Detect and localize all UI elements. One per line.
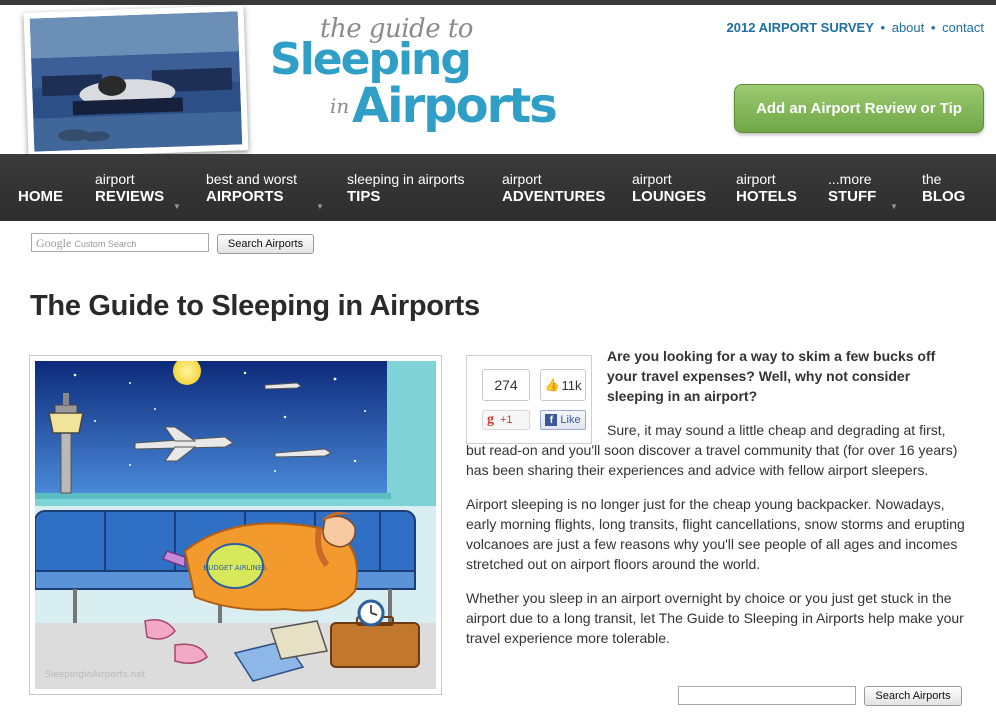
link-separator: •: [880, 20, 886, 35]
article-paragraph: Whether you sleep in an airport overnigh…: [466, 590, 964, 646]
dropdown-arrow-icon: ▼: [890, 202, 898, 211]
nav-item-sublabel: sleeping in airports: [347, 171, 465, 187]
contact-link[interactable]: contact: [942, 20, 984, 35]
dropdown-arrow-icon: ▼: [173, 202, 181, 211]
top-links: 2012 AIRPORT SURVEY • about • contact: [727, 20, 984, 35]
sleeping-traveler-photo: [29, 11, 243, 152]
main-nav: HOME airport REVIEWS ▼ best and worst AI…: [0, 154, 996, 221]
about-link[interactable]: about: [892, 20, 925, 35]
site-logo[interactable]: the guide to Sleeping in Airports: [268, 8, 558, 143]
header-photo: [23, 5, 249, 158]
nav-item-sublabel: airport: [95, 171, 135, 187]
bottom-search-input[interactable]: [678, 686, 856, 705]
nav-item-label: STUFF: [828, 188, 877, 205]
page-title: The Guide to Sleeping in Airports: [30, 290, 480, 322]
nav-item-airport-reviews[interactable]: airport REVIEWS ▼: [95, 154, 185, 221]
nav-item-more-stuff[interactable]: ...more STUFF ▼: [828, 154, 908, 221]
search-airports-button[interactable]: Search Airports: [217, 234, 314, 254]
bag-logo-text: BUDGET AIRLINES: [203, 564, 267, 572]
nav-item-sublabel: airport: [736, 171, 776, 187]
dropdown-arrow-icon: ▼: [316, 202, 324, 211]
image-watermark: SleepingInAirports.net: [45, 670, 146, 680]
google-custom-search-watermark: Google Custom Search: [36, 236, 136, 251]
nav-item-label: LOUNGES: [632, 188, 707, 205]
airport-sleeper-illustration: BUDGET AIRLINES SleepingInAirports.net: [29, 355, 442, 695]
bottom-search-airports-button[interactable]: Search Airports: [864, 686, 962, 706]
nav-item-best-worst-airports[interactable]: best and worst AIRPORTS ▼: [206, 154, 326, 221]
nav-item-sublabel: airport: [632, 171, 672, 187]
google-label: Google: [36, 236, 72, 250]
article-paragraph: Airport sleeping is no longer just for t…: [466, 496, 965, 572]
nav-item-label: BLOG: [922, 188, 966, 205]
custom-search-label: Custom Search: [74, 239, 137, 249]
nav-item-tips[interactable]: sleeping in airports TIPS: [347, 154, 477, 221]
link-separator: •: [930, 20, 936, 35]
add-airport-review-button[interactable]: Add an Airport Review or Tip: [734, 84, 984, 133]
nav-item-home[interactable]: HOME: [18, 154, 78, 221]
nav-item-label: HOME: [18, 188, 63, 205]
logo-line-in: in: [330, 94, 350, 118]
intro-article: Are you looking for a way to skim a few …: [466, 346, 968, 662]
nav-item-hotels[interactable]: airport HOTELS: [736, 154, 806, 221]
nav-item-sublabel: ...more: [828, 171, 872, 187]
nav-item-label: TIPS: [347, 188, 381, 205]
nav-item-label: AIRPORTS: [206, 188, 284, 205]
nav-item-lounges[interactable]: airport LOUNGES: [632, 154, 717, 221]
nav-item-sublabel: best and worst: [206, 171, 298, 187]
nav-item-label: REVIEWS: [95, 188, 165, 205]
nav-item-adventures[interactable]: airport ADVENTURES: [502, 154, 612, 221]
nav-item-blog[interactable]: the BLOG: [922, 154, 982, 221]
logo-line-airports: Airports: [352, 78, 558, 134]
nav-item-label: ADVENTURES: [502, 188, 606, 205]
nav-item-label: HOTELS: [736, 188, 797, 205]
cartoon-sleeper-image: BUDGET AIRLINES SleepingInAirports.net: [35, 361, 436, 689]
top-border: [0, 0, 996, 5]
nav-item-sublabel: airport: [502, 171, 542, 187]
survey-link[interactable]: 2012 AIRPORT SURVEY: [727, 20, 874, 35]
nav-item-sublabel: the: [922, 171, 942, 187]
google-search-input[interactable]: Google Custom Search: [31, 233, 209, 252]
